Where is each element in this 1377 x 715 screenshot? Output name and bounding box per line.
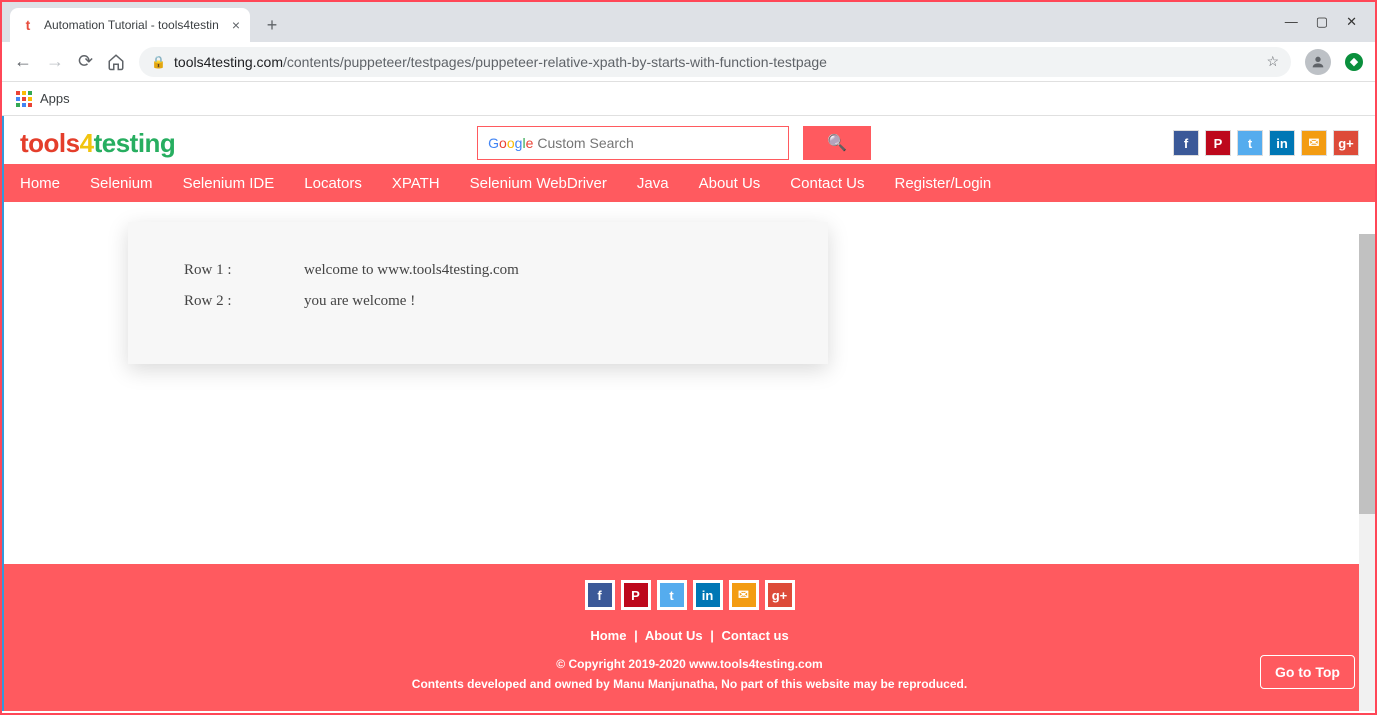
- close-tab-icon[interactable]: ×: [232, 17, 240, 33]
- row-value: welcome to www.tools4testing.com: [304, 262, 519, 279]
- site-logo[interactable]: tools4testing: [20, 128, 175, 159]
- table-row: Row 1 : welcome to www.tools4testing.com: [184, 262, 772, 279]
- footer-link-home[interactable]: Home: [590, 628, 626, 643]
- footer-link-about[interactable]: About Us: [645, 628, 703, 643]
- bookmarks-bar: Apps: [2, 82, 1375, 116]
- gplus-icon[interactable]: g+: [765, 580, 795, 610]
- page-content: tools4testing Google Custom Search 🔍 f P…: [2, 116, 1375, 711]
- new-tab-button[interactable]: +: [258, 11, 286, 39]
- main-nav: Home Selenium Selenium IDE Locators XPAT…: [4, 164, 1375, 202]
- header-social: f P t in ✉ g+: [1173, 130, 1359, 156]
- extension-icon[interactable]: ◆: [1345, 53, 1363, 71]
- browser-chrome: t Automation Tutorial - tools4testin × +…: [2, 2, 1375, 116]
- lock-icon: 🔒: [151, 55, 166, 69]
- profile-avatar[interactable]: [1305, 49, 1331, 75]
- copyright: © Copyright 2019-2020 www.tools4testing.…: [4, 657, 1375, 671]
- browser-tab[interactable]: t Automation Tutorial - tools4testin ×: [10, 8, 250, 42]
- footer-social: f P t in ✉ g+: [4, 580, 1375, 610]
- address-bar[interactable]: 🔒 tools4testing.com/contents/puppeteer/t…: [139, 47, 1291, 77]
- nav-selenium[interactable]: Selenium: [90, 175, 153, 192]
- favicon: t: [20, 17, 36, 33]
- go-to-top-button[interactable]: Go to Top: [1260, 655, 1355, 689]
- home-button[interactable]: [107, 53, 125, 71]
- content-area: Row 1 : welcome to www.tools4testing.com…: [4, 202, 1375, 364]
- forward-button[interactable]: →: [46, 51, 64, 72]
- gplus-icon[interactable]: g+: [1333, 130, 1359, 156]
- pinterest-icon[interactable]: P: [1205, 130, 1231, 156]
- nav-about[interactable]: About Us: [699, 175, 761, 192]
- twitter-icon[interactable]: t: [1237, 130, 1263, 156]
- facebook-icon[interactable]: f: [585, 580, 615, 610]
- nav-selenium-ide[interactable]: Selenium IDE: [183, 175, 275, 192]
- footer-link-contact[interactable]: Contact us: [722, 628, 789, 643]
- apps-label[interactable]: Apps: [40, 91, 70, 106]
- nav-locators[interactable]: Locators: [304, 175, 362, 192]
- footer-links: Home | About Us | Contact us: [4, 628, 1375, 643]
- mail-icon[interactable]: ✉: [729, 580, 759, 610]
- content-card: Row 1 : welcome to www.tools4testing.com…: [128, 222, 828, 364]
- back-button[interactable]: ←: [14, 51, 32, 72]
- nav-xpath[interactable]: XPATH: [392, 175, 440, 192]
- reload-button[interactable]: ⟳: [78, 51, 93, 72]
- search-button[interactable]: 🔍: [803, 126, 871, 160]
- search-wrap: Google Custom Search 🔍: [477, 126, 871, 160]
- row-label: Row 1 :: [184, 262, 244, 279]
- apps-grid-icon[interactable]: [16, 91, 32, 107]
- disclaimer: Contents developed and owned by Manu Man…: [4, 677, 1375, 691]
- search-input[interactable]: Google Custom Search: [477, 126, 789, 160]
- scrollbar[interactable]: [1359, 234, 1375, 711]
- nav-contact[interactable]: Contact Us: [790, 175, 864, 192]
- minimize-icon[interactable]: —: [1285, 14, 1298, 30]
- nav-bar: ← → ⟳ 🔒 tools4testing.com/contents/puppe…: [2, 42, 1375, 82]
- nav-java[interactable]: Java: [637, 175, 669, 192]
- search-placeholder: Custom Search: [537, 135, 633, 151]
- nav-home[interactable]: Home: [20, 175, 60, 192]
- maximize-icon[interactable]: ▢: [1316, 14, 1328, 30]
- search-icon: 🔍: [827, 133, 847, 153]
- google-logo: Google: [488, 135, 533, 151]
- linkedin-icon[interactable]: in: [693, 580, 723, 610]
- linkedin-icon[interactable]: in: [1269, 130, 1295, 156]
- row-value: you are welcome !: [304, 293, 415, 310]
- pinterest-icon[interactable]: P: [621, 580, 651, 610]
- bookmark-star-icon[interactable]: ☆: [1266, 53, 1279, 70]
- tab-bar: t Automation Tutorial - tools4testin × +…: [2, 2, 1375, 42]
- tab-title: Automation Tutorial - tools4testin: [44, 18, 224, 32]
- facebook-icon[interactable]: f: [1173, 130, 1199, 156]
- site-footer: f P t in ✉ g+ Home | About Us | Contact …: [4, 564, 1375, 711]
- twitter-icon[interactable]: t: [657, 580, 687, 610]
- mail-icon[interactable]: ✉: [1301, 130, 1327, 156]
- url-path: /contents/puppeteer/testpages/puppeteer-…: [283, 54, 827, 70]
- url-domain: tools4testing.com: [174, 54, 283, 70]
- nav-register[interactable]: Register/Login: [895, 175, 992, 192]
- scroll-thumb[interactable]: [1359, 234, 1375, 514]
- window-controls: — ▢ ✕: [1285, 14, 1375, 30]
- site-header: tools4testing Google Custom Search 🔍 f P…: [4, 116, 1375, 164]
- table-row: Row 2 : you are welcome !: [184, 293, 772, 310]
- close-window-icon[interactable]: ✕: [1346, 14, 1357, 30]
- nav-selenium-wd[interactable]: Selenium WebDriver: [470, 175, 607, 192]
- row-label: Row 2 :: [184, 293, 244, 310]
